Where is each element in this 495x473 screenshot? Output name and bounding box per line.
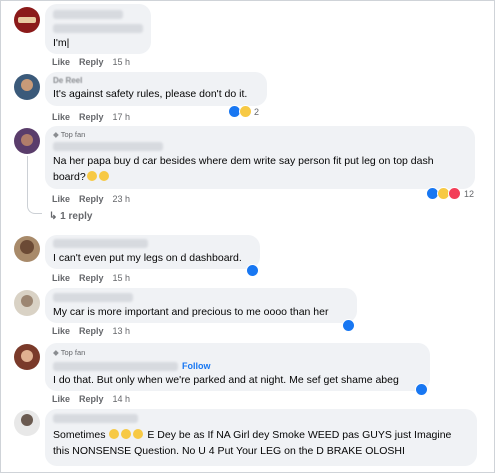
comment-actions: Like Reply 15 h — [52, 57, 139, 67]
tears-of-joy-emoji-icon — [98, 171, 109, 181]
reply-arrow-icon: ↳ — [49, 211, 58, 222]
comment-time[interactable]: 14 h — [113, 394, 131, 404]
like-button[interactable]: Like — [52, 394, 70, 404]
comment-text-redacted — [53, 24, 143, 33]
avatar[interactable] — [14, 344, 40, 370]
comment-actions: Like Reply 13 h — [52, 326, 139, 336]
top-fan-label: Top fan — [60, 130, 86, 139]
commenter-name[interactable] — [53, 362, 178, 371]
top-fan-badge: ◆ Top fan — [53, 130, 85, 139]
comment-time[interactable]: 15 h — [113, 57, 131, 67]
haha-reaction-icon — [239, 105, 252, 118]
love-reaction-icon — [448, 187, 461, 200]
reply-button[interactable]: Reply — [79, 194, 104, 204]
like-reaction-icon — [342, 319, 355, 332]
comment-text: I do that. But only when we're parked an… — [53, 374, 399, 386]
like-button[interactable]: Like — [52, 273, 70, 283]
reply-thread-line — [27, 156, 42, 214]
commenter-name[interactable] — [53, 10, 123, 19]
comment-actions: Like Reply 17 h — [52, 112, 139, 122]
commenter-name[interactable]: De Reel — [53, 74, 82, 88]
comment-bubble: I'm| — [45, 4, 151, 54]
comment-text-start: Sometimes — [53, 429, 106, 441]
comment-text: It's against safety rules, please don't … — [53, 88, 248, 100]
comment-bubble: Sometimes E Dey be as If NA Girl dey Smo… — [45, 409, 477, 466]
like-reaction-icon — [246, 264, 259, 277]
grimacing-face-emoji-icon — [121, 429, 132, 439]
reactions-summary[interactable] — [246, 264, 259, 277]
comment-actions: Like Reply 15 h — [52, 273, 139, 283]
reaction-count: 12 — [464, 188, 475, 199]
top-fan-badge: ◆ Top fan — [53, 348, 85, 357]
comments-panel: I'm| Like Reply 15 h De Reel It's against … — [0, 0, 495, 473]
comment-actions: Like Reply 23 h — [52, 194, 139, 204]
comment-text-line-1: Sometimes E Dey be as If NA Girl dey Smo… — [53, 428, 451, 442]
avatar[interactable] — [14, 290, 40, 316]
diamond-icon: ◆ — [53, 348, 59, 357]
commenter-name[interactable] — [53, 293, 133, 302]
avatar[interactable] — [14, 74, 40, 100]
comment-bubble: ◆ Top fan Na her papa buy d car besides … — [45, 126, 475, 189]
comment-time[interactable]: 23 h — [113, 194, 131, 204]
avatar[interactable] — [14, 236, 40, 262]
reply-button[interactable]: Reply — [79, 57, 104, 67]
avatar[interactable] — [14, 128, 40, 154]
comment-bubble: ◆ Top fan Follow I do that. But only whe… — [45, 343, 430, 391]
comment-bubble: I can't even put my legs on d dashboard. — [45, 235, 260, 269]
comment-text-rest: E Dey be as If NA Girl dey Smoke WEED pa… — [147, 429, 452, 441]
comment-text-line-2-text: board? — [53, 171, 86, 183]
commenter-name[interactable] — [53, 414, 138, 423]
like-button[interactable]: Like — [52, 194, 70, 204]
comment-text: My car is more important and precious to… — [53, 306, 329, 318]
comment-text: I can't even put my legs on d dashboard. — [53, 252, 242, 264]
comment-time[interactable]: 15 h — [113, 273, 131, 283]
comment-time[interactable]: 17 h — [113, 112, 131, 122]
commenter-name[interactable] — [53, 142, 163, 151]
avatar[interactable] — [14, 7, 40, 33]
reaction-count: 2 — [254, 106, 260, 117]
reactions-summary[interactable] — [415, 383, 428, 396]
pleading-face-emoji-icon — [109, 429, 120, 439]
comment-text: I'm| — [53, 37, 70, 49]
comment-text-line-1: Na her papa buy d car besides where dem … — [53, 155, 434, 167]
comment-bubble: My car is more important and precious to… — [45, 288, 357, 323]
comment-actions: Like Reply 14 h — [52, 394, 139, 404]
like-button[interactable]: Like — [52, 112, 70, 122]
like-button[interactable]: Like — [52, 326, 70, 336]
rolling-eyes-emoji-icon — [133, 429, 144, 439]
diamond-icon: ◆ — [53, 130, 59, 139]
tears-of-joy-emoji-icon — [86, 171, 97, 181]
comment-time[interactable]: 13 h — [113, 326, 131, 336]
reply-button[interactable]: Reply — [79, 112, 104, 122]
view-replies-link[interactable]: ↳ 1 reply — [49, 211, 92, 222]
like-reaction-icon — [415, 383, 428, 396]
top-fan-label: Top fan — [60, 348, 86, 357]
comment-bubble: De Reel It's against safety rules, pleas… — [45, 72, 267, 106]
comment-text-line-2: this NONSENSE Question. No U 4 Put Your … — [53, 445, 405, 457]
reactions-summary[interactable]: 12 — [426, 187, 475, 200]
reply-button[interactable]: Reply — [79, 273, 104, 283]
avatar[interactable] — [14, 410, 40, 436]
reactions-summary[interactable] — [342, 319, 355, 332]
commenter-name[interactable] — [53, 239, 148, 248]
reactions-summary[interactable]: 2 — [228, 105, 260, 118]
replies-count: 1 reply — [60, 211, 93, 222]
like-button[interactable]: Like — [52, 57, 70, 67]
reply-button[interactable]: Reply — [79, 394, 104, 404]
comment-text-line-2: board? — [53, 170, 110, 184]
reply-button[interactable]: Reply — [79, 326, 104, 336]
follow-button[interactable]: Follow — [182, 361, 211, 371]
